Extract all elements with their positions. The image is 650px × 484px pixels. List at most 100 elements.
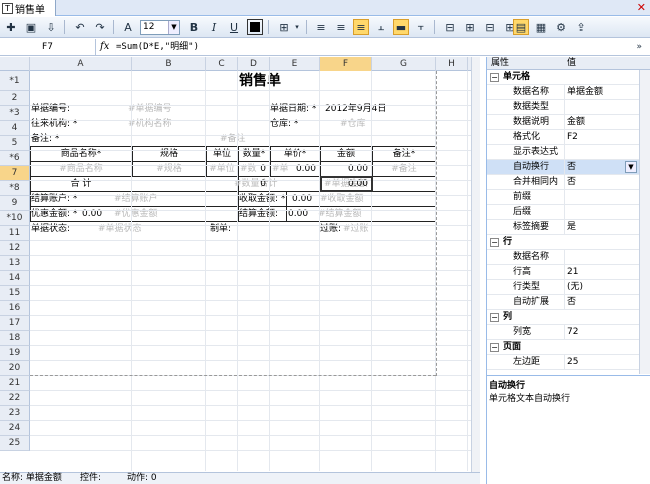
expand-icon[interactable]: »	[636, 39, 642, 55]
row-header[interactable]: *1	[0, 71, 30, 91]
column-header[interactable]: C	[206, 57, 238, 71]
row-header[interactable]: 12	[0, 241, 30, 256]
property-row[interactable]: 合并相同内否	[487, 175, 639, 190]
property-value[interactable]: 25	[567, 355, 578, 370]
property-row[interactable]: 自动扩展 否	[487, 295, 639, 310]
property-row[interactable]: 后缀	[487, 205, 639, 220]
chevron-down-icon[interactable]: ▾	[289, 19, 305, 35]
font-color-icon[interactable]	[247, 19, 263, 35]
tab-sales-order[interactable]: T 销售单	[0, 0, 56, 16]
row-header[interactable]: *10	[0, 211, 30, 226]
row-header[interactable]: 16	[0, 301, 30, 316]
column-header[interactable]: A	[30, 57, 132, 71]
row-header[interactable]: 9	[0, 196, 30, 211]
property-category[interactable]: − 行	[487, 235, 639, 250]
insert-row-icon[interactable]: ⊟	[442, 19, 458, 35]
property-category[interactable]: − 页面	[487, 340, 639, 355]
row-header[interactable]: 2	[0, 91, 30, 106]
property-value[interactable]: 单据金额	[567, 85, 603, 100]
row-header[interactable]: 11	[0, 226, 30, 241]
function-icon[interactable]: fx	[100, 39, 114, 56]
collapse-icon[interactable]: −	[490, 73, 499, 82]
spreadsheet-area[interactable]: ABCDEFGH *1 2 *3 4 5 *6 7 *8 9 *10 11 12 13 14 15 16 17 1…	[0, 57, 480, 474]
undo-icon[interactable]: ↶	[72, 19, 88, 35]
row-header[interactable]: 14	[0, 271, 30, 286]
property-row[interactable]: 数据名称	[487, 250, 639, 265]
property-row[interactable]: 数据名称 单据金额	[487, 85, 639, 100]
sheet-vertical-scrollbar[interactable]	[471, 57, 480, 474]
insert-column-icon[interactable]: ⊞	[462, 19, 478, 35]
column-header[interactable]: E	[270, 57, 320, 71]
property-value[interactable]: 否	[567, 295, 576, 310]
font-size-select[interactable]: 12 ▼	[140, 20, 180, 35]
row-header[interactable]: 20	[0, 361, 30, 376]
column-header[interactable]: F	[320, 57, 372, 71]
row-header[interactable]: 24	[0, 421, 30, 436]
property-category[interactable]: − 单元格	[487, 70, 639, 85]
row-header[interactable]: *3	[0, 106, 30, 121]
align-center-icon[interactable]: ≡	[333, 19, 349, 35]
property-value[interactable]: 是	[567, 220, 576, 235]
corner-cell[interactable]	[0, 57, 30, 71]
row-header[interactable]: *6	[0, 151, 30, 166]
align-right-icon[interactable]: ≡	[353, 19, 369, 35]
property-scrollbar[interactable]	[639, 70, 650, 374]
row-header[interactable]: 21	[0, 376, 30, 391]
cell-grid[interactable]: 销售单 单据编号: #单据编号 单据日期: * 2012年9月4日 往来机构: …	[30, 71, 480, 471]
valign-middle-icon[interactable]: ▬	[393, 19, 409, 35]
property-value[interactable]: 21	[567, 265, 578, 280]
property-value[interactable]: (无)	[567, 280, 583, 295]
formula-input[interactable]: =Sum(D*E,"明细")	[116, 39, 199, 56]
column-header[interactable]: G	[372, 57, 436, 71]
property-row[interactable]: 左边距 25	[487, 355, 639, 370]
property-value[interactable]: 否	[567, 175, 576, 190]
property-row[interactable]: 格式化 F2	[487, 130, 639, 145]
underline-button[interactable]: U	[226, 19, 242, 35]
column-header[interactable]: B	[132, 57, 206, 71]
property-row[interactable]: 行高 21	[487, 265, 639, 280]
new-icon[interactable]: ✚	[3, 19, 19, 35]
close-icon[interactable]: ✕	[637, 1, 646, 14]
property-category[interactable]: − 列	[487, 310, 639, 325]
row-header[interactable]: *8	[0, 181, 30, 196]
row-header[interactable]: 5	[0, 136, 30, 151]
valign-bottom-icon[interactable]: ⫟	[413, 19, 429, 35]
column-header[interactable]: H	[436, 57, 468, 71]
font-icon[interactable]: A	[120, 19, 136, 35]
property-row[interactable]: 前缀	[487, 190, 639, 205]
cell-reference-box[interactable]: F7	[0, 39, 96, 56]
preview-icon[interactable]: ▤	[513, 19, 529, 35]
row-header[interactable]: 19	[0, 346, 30, 361]
collapse-icon[interactable]: −	[490, 238, 499, 247]
valign-top-icon[interactable]: ⫠	[373, 19, 389, 35]
row-header[interactable]: 7	[0, 166, 30, 181]
property-value[interactable]: 金额	[567, 115, 585, 130]
property-row[interactable]: 标签摘要 是	[487, 220, 639, 235]
bold-button[interactable]: B	[186, 19, 202, 35]
property-value[interactable]: F2	[567, 130, 578, 145]
property-row[interactable]: 数据说明 金额	[487, 115, 639, 130]
print-icon[interactable]: ▦	[533, 19, 549, 35]
property-row[interactable]: 自动换行 否 ▼	[487, 160, 639, 175]
row-header[interactable]: 13	[0, 256, 30, 271]
row-header[interactable]: 18	[0, 331, 30, 346]
selected-cell[interactable]	[320, 176, 373, 192]
align-left-icon[interactable]: ≡	[313, 19, 329, 35]
row-header[interactable]: 4	[0, 121, 30, 136]
property-value[interactable]: 72	[567, 325, 578, 340]
row-header[interactable]: 17	[0, 316, 30, 331]
report-title[interactable]: 销售单	[200, 72, 320, 91]
property-value[interactable]: 否	[567, 160, 576, 175]
collapse-icon[interactable]: −	[490, 343, 499, 352]
download-icon[interactable]: ⇩	[43, 19, 59, 35]
delete-row-icon[interactable]: ⊟	[482, 19, 498, 35]
property-row[interactable]: 数据类型	[487, 100, 639, 115]
row-header[interactable]: 25	[0, 436, 30, 451]
row-header[interactable]: 22	[0, 391, 30, 406]
save-icon[interactable]: ▣	[23, 19, 39, 35]
row-header[interactable]: 15	[0, 286, 30, 301]
collapse-icon[interactable]: −	[490, 313, 499, 322]
row-header[interactable]: 23	[0, 406, 30, 421]
export-icon[interactable]: ⇪	[573, 19, 589, 35]
italic-button[interactable]: I	[206, 19, 222, 35]
